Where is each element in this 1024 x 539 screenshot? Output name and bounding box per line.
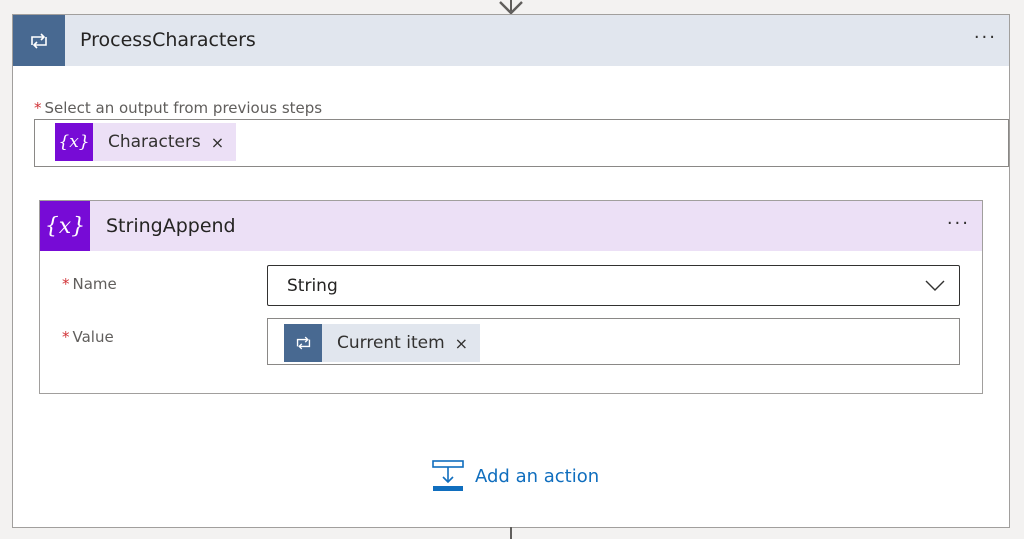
- add-action-label: Add an action: [475, 465, 600, 487]
- required-marker: *: [34, 99, 42, 117]
- loop-icon: [13, 15, 65, 66]
- loop-icon: [284, 324, 322, 362]
- variable-icon: {x}: [40, 201, 90, 251]
- required-marker: *: [62, 275, 70, 293]
- characters-token[interactable]: {x} Characters ×: [55, 123, 237, 161]
- token-label: Current item: [337, 333, 445, 353]
- value-field-label: * Value: [62, 328, 114, 346]
- chevron-down-icon: [925, 280, 945, 291]
- action-card-header[interactable]: {x} StringAppend ···: [40, 201, 982, 251]
- loop-card: ProcessCharacters ··· * Select an output …: [12, 14, 1010, 528]
- variable-icon: {x}: [55, 123, 93, 161]
- required-marker: *: [62, 328, 70, 346]
- name-dropdown-value: String: [287, 276, 338, 296]
- add-action-icon: [432, 460, 464, 491]
- name-dropdown[interactable]: String: [267, 265, 960, 306]
- action-title[interactable]: StringAppend: [106, 201, 236, 251]
- add-action-button[interactable]: Add an action: [431, 458, 599, 494]
- remove-token-button[interactable]: ×: [211, 133, 236, 152]
- current-item-token[interactable]: Current item ×: [284, 324, 481, 362]
- action-more-options-button[interactable]: ···: [947, 213, 970, 234]
- loop-more-options-button[interactable]: ···: [974, 27, 997, 48]
- select-output-label: * Select an output from previous steps: [34, 99, 323, 117]
- remove-token-button[interactable]: ×: [455, 334, 480, 353]
- name-field-label: * Name: [62, 275, 117, 293]
- token-label: Characters: [108, 132, 201, 152]
- loop-card-header[interactable]: ProcessCharacters ···: [13, 15, 1009, 66]
- loop-title[interactable]: ProcessCharacters: [80, 15, 256, 66]
- stringappend-action-card: {x} StringAppend ··· * Name String * Value: [39, 200, 983, 394]
- connector-line: [510, 527, 512, 539]
